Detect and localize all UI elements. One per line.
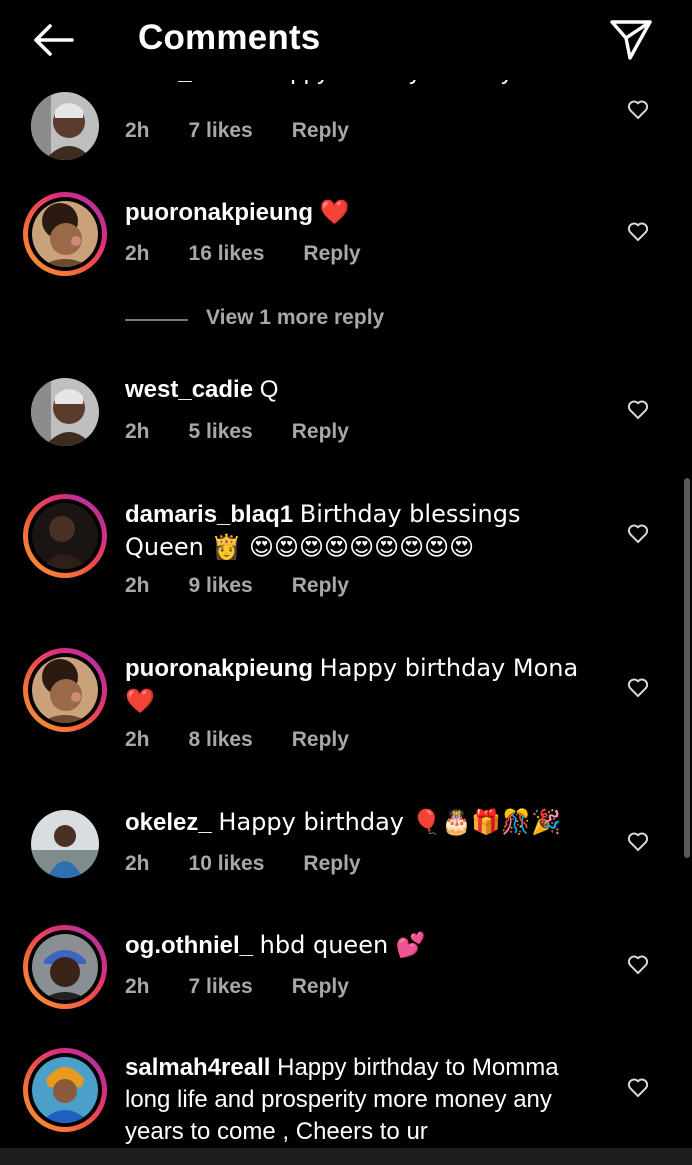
- comment-time: 2h: [125, 728, 150, 751]
- page-title: Comments: [138, 18, 321, 57]
- reply-divider-line: [125, 319, 188, 321]
- comment-username[interactable]: og.othniel_: [125, 932, 253, 959]
- comments-list[interactable]: west_cadie Happy birthday Mummy 2h7 like…: [0, 0, 692, 1165]
- comment-text: og.othniel_ hbd queen 💕: [125, 929, 595, 962]
- avatar[interactable]: [23, 192, 107, 276]
- comment-body: ❤️: [319, 198, 350, 226]
- like-heart-icon[interactable]: [626, 219, 650, 243]
- like-heart-icon[interactable]: [626, 521, 650, 545]
- avatar-photo: [31, 810, 99, 878]
- comment-likes[interactable]: 10 likes: [189, 852, 265, 875]
- avatar-photo: [32, 934, 98, 1000]
- reply-button[interactable]: Reply: [292, 975, 349, 998]
- comment-time: 2h: [125, 852, 150, 875]
- reply-button[interactable]: Reply: [292, 574, 349, 597]
- comment-username[interactable]: puoronakpieung: [125, 199, 313, 226]
- comment-body: hbd queen 💕: [259, 931, 426, 959]
- scrollbar[interactable]: [684, 478, 690, 858]
- avatar[interactable]: [23, 494, 107, 578]
- reply-button[interactable]: Reply: [303, 852, 360, 875]
- back-arrow-icon[interactable]: [28, 18, 80, 62]
- comment-body: Happy birthday 🎈🎂🎁🎊🎉: [218, 808, 562, 836]
- avatar-photo: [32, 657, 98, 723]
- like-heart-icon[interactable]: [626, 397, 650, 421]
- comment-username[interactable]: damaris_blaq1: [125, 501, 293, 528]
- comment-meta: 2h 9 likes Reply: [125, 574, 388, 598]
- avatar-photo: [32, 503, 98, 569]
- reply-button[interactable]: Reply: [303, 242, 360, 265]
- avatar[interactable]: [23, 1048, 107, 1132]
- like-heart-icon[interactable]: [626, 829, 650, 853]
- avatar[interactable]: [23, 802, 107, 886]
- like-heart-icon[interactable]: [626, 675, 650, 699]
- reply-button[interactable]: Reply: [292, 119, 349, 142]
- comment-meta: 2h 10 likes Reply: [125, 852, 400, 876]
- avatar-photo: [32, 1057, 98, 1123]
- comment-meta: 2h 5 likes Reply: [125, 420, 388, 444]
- comment-username[interactable]: puoronakpieung: [125, 655, 313, 682]
- comment-likes[interactable]: 9 likes: [189, 574, 253, 597]
- avatar-photo: [32, 201, 98, 267]
- avatar[interactable]: [23, 370, 107, 454]
- comment-username[interactable]: salmah4reall: [125, 1054, 270, 1081]
- comment-username[interactable]: okelez_: [125, 809, 212, 836]
- comment-meta: 2h 16 likes Reply: [125, 242, 400, 266]
- avatar[interactable]: [23, 648, 107, 732]
- reply-button[interactable]: Reply: [292, 728, 349, 751]
- comment-meta: 2h 7 likes Reply: [125, 975, 388, 999]
- comment-likes[interactable]: 5 likes: [189, 420, 253, 443]
- bottom-input-bar-edge: [0, 1148, 692, 1165]
- comment-text: puoronakpieung ❤️: [125, 196, 595, 229]
- comment-username[interactable]: west_cadie: [125, 376, 253, 403]
- like-heart-icon[interactable]: [626, 97, 650, 121]
- comment-time: 2h: [125, 420, 150, 443]
- comment-time: 2h: [125, 574, 150, 597]
- comment-likes[interactable]: 16 likes: [189, 242, 265, 265]
- paper-plane-icon[interactable]: [604, 14, 658, 64]
- comment-likes[interactable]: 7 likes: [189, 975, 253, 998]
- comment-text: damaris_blaq1 Birthday blessings Queen 👸…: [125, 498, 595, 564]
- view-more-replies-label: View 1 more reply: [206, 306, 385, 329]
- comment-time: 2h: [125, 119, 150, 142]
- comment-text: west_cadie Q: [125, 374, 595, 406]
- comment-likes[interactable]: 7 likes: [189, 119, 253, 142]
- top-app-bar: Comments: [0, 0, 692, 80]
- like-heart-icon[interactable]: [626, 952, 650, 976]
- like-heart-icon[interactable]: [626, 1075, 650, 1099]
- comment-meta: 2h 7 likes Reply: [125, 119, 388, 143]
- comment-text: puoronakpieung Happy birthday Mona ❤️: [125, 652, 585, 718]
- avatar-photo: [31, 92, 99, 160]
- comment-time: 2h: [125, 242, 150, 265]
- comment-body: Q: [259, 376, 279, 403]
- avatar[interactable]: [23, 925, 107, 1009]
- comment-text: salmah4reall Happy birthday to Momma lon…: [125, 1052, 605, 1148]
- comment-text: okelez_ Happy birthday 🎈🎂🎁🎊🎉: [125, 806, 595, 839]
- avatar[interactable]: [23, 84, 107, 168]
- comment-likes[interactable]: 8 likes: [189, 728, 253, 751]
- comment-meta: 2h 8 likes Reply: [125, 728, 388, 752]
- comment-time: 2h: [125, 975, 150, 998]
- reply-button[interactable]: Reply: [292, 420, 349, 443]
- avatar-photo: [31, 378, 99, 446]
